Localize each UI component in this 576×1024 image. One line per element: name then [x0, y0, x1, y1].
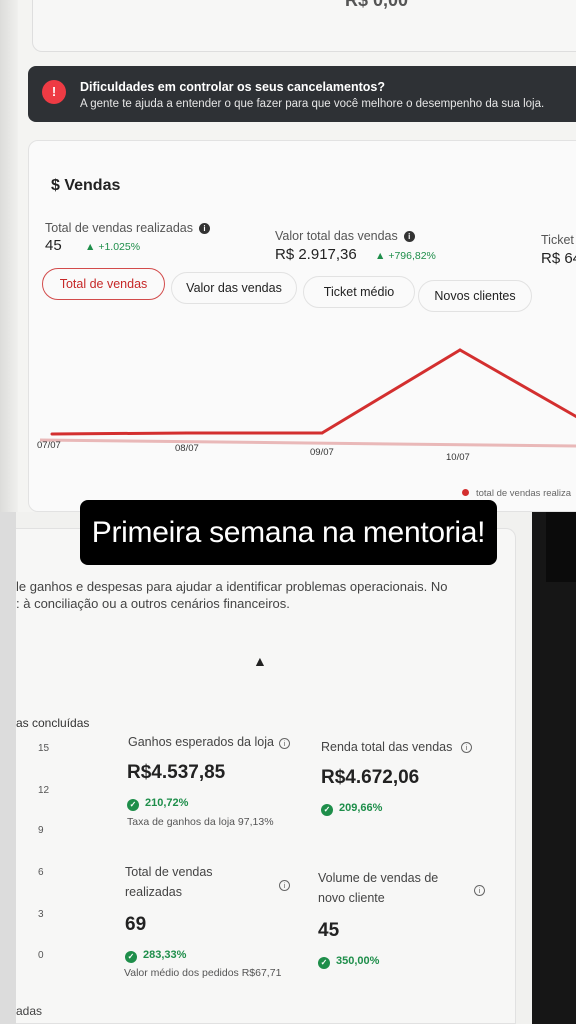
check-circle-icon: ✓: [127, 799, 139, 811]
data-point[interactable]: [185, 431, 189, 435]
data-point[interactable]: [50, 432, 54, 436]
x-tick-label: 09/07: [310, 447, 334, 458]
x-tick-label: 08/07: [175, 443, 199, 454]
data-point[interactable]: [320, 431, 324, 435]
stat-label-text: Renda total das vendas: [321, 740, 453, 754]
orders-chart-title: as concluídas: [16, 716, 90, 730]
story-screen: R$ 0,00 ! Dificuldades em controlar os s…: [0, 0, 576, 1024]
y-tick-label: 6: [38, 867, 44, 878]
dark-background: [532, 512, 576, 1024]
stat-average-order-value: Valor médio dos pedidos R$67,71: [124, 967, 282, 979]
change-text: 209,66%: [339, 802, 383, 814]
chart-legend: total de vendas realiza: [462, 488, 571, 499]
x-tick-label: 07/07: [37, 440, 61, 451]
y-tick-label: 3: [38, 909, 44, 920]
finance-intro-line-1: le ganhos e despesas para ajudar a ident…: [16, 579, 448, 594]
info-icon[interactable]: i: [279, 738, 290, 749]
y-tick-label: 0: [38, 950, 44, 961]
stat-total-income-change: ✓ 209,66%: [321, 802, 382, 816]
stat-earnings-rate: Taxa de ganhos da loja 97,13%: [127, 816, 274, 828]
y-tick-label: 12: [38, 785, 50, 796]
check-circle-icon: ✓: [318, 957, 330, 969]
y-tick-label: 15: [38, 743, 50, 754]
check-circle-icon: ✓: [125, 951, 137, 963]
stat-total-income-label: Renda total das vendas: [321, 737, 452, 757]
change-text: 283,33%: [143, 949, 187, 961]
finance-intro-line-2: : à conciliação ou a outros cenários fin…: [16, 596, 290, 611]
y-tick-label: 9: [38, 825, 44, 836]
stat-label-text: Ganhos esperados da loja: [128, 735, 274, 749]
dark-background-top: [546, 512, 576, 582]
stat-expected-earnings-change: ✓ 210,72%: [127, 797, 188, 811]
stat-total-sales-change: ✓ 283,33%: [125, 949, 186, 963]
x-tick-label: 10/07: [446, 452, 470, 463]
stat-total-sales-value: 69: [125, 914, 147, 935]
data-point[interactable]: [458, 348, 462, 352]
stat-new-customer-sales-change: ✓ 350,00%: [318, 955, 379, 969]
stat-expected-earnings-value: R$4.537,85: [127, 762, 226, 783]
cut-off-label: adas: [16, 1004, 43, 1018]
story-caption: Primeira semana na mentoria!: [80, 500, 497, 565]
info-icon[interactable]: i: [461, 742, 472, 753]
change-text: 210,72%: [145, 797, 189, 809]
stat-new-customer-sales-value: 45: [318, 920, 340, 941]
series-line: [51, 348, 576, 436]
info-icon[interactable]: i: [474, 885, 485, 896]
screen-edge: [0, 512, 16, 1024]
info-icon[interactable]: i: [279, 880, 290, 891]
stat-expected-earnings-label: Ganhos esperados da loja: [128, 732, 274, 752]
stat-total-income-value: R$4.672,06: [321, 767, 420, 788]
x-axis-line: [39, 438, 576, 448]
mouse-cursor-icon: ▲: [253, 653, 267, 669]
sales-dashboard-photo: R$ 0,00 ! Dificuldades em controlar os s…: [0, 0, 576, 512]
stat-new-customer-sales-label: Volume de vendas de novo cliente: [318, 871, 439, 905]
intro-text: à conciliação ou a outros cenários finan…: [23, 596, 290, 611]
change-text: 350,00%: [336, 955, 380, 967]
check-circle-icon: ✓: [321, 804, 333, 816]
legend-label: total de vendas realiza: [476, 488, 572, 499]
legend-swatch: [462, 489, 469, 496]
sales-line-chart: 07/07 08/07 09/07 10/07: [37, 348, 576, 463]
stat-total-sales-label: Total de vendas realizadas: [125, 865, 213, 899]
